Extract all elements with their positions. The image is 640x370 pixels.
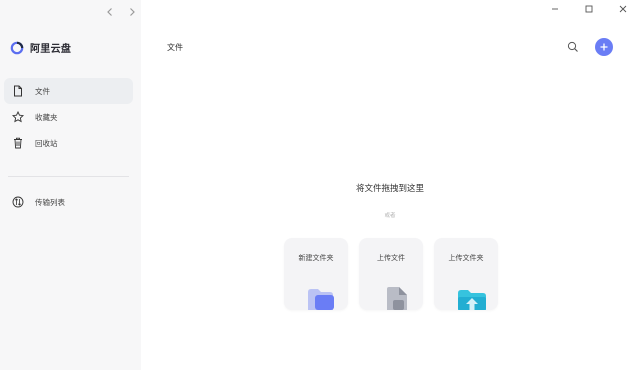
dropzone-subtitle: 或者	[384, 213, 396, 219]
sidebar-item-label: 回收站	[35, 138, 58, 148]
sidebar-divider	[8, 176, 129, 177]
sidebar-item-label: 文件	[35, 86, 50, 96]
minimize-icon[interactable]	[538, 0, 572, 18]
card-label: 上传文件	[377, 254, 405, 262]
upload-folder-card[interactable]: 上传文件夹	[434, 238, 498, 310]
trash-icon	[12, 137, 24, 149]
upload-file-card[interactable]: 上传文件	[359, 238, 423, 310]
upload-folder-icon	[458, 290, 486, 310]
plus-icon	[600, 43, 608, 51]
file-icon	[12, 85, 24, 97]
new-folder-icon	[308, 289, 334, 310]
maximize-icon[interactable]	[572, 0, 606, 18]
add-button[interactable]	[595, 38, 613, 56]
sidebar-item-trash[interactable]: 回收站	[4, 130, 133, 156]
card-label: 上传文件夹	[448, 254, 484, 262]
sidebar-item-label: 收藏夹	[35, 112, 58, 122]
back-arrow-icon[interactable]	[104, 6, 116, 18]
app-name: 阿里云盘	[30, 44, 72, 55]
card-label: 新建文件夹	[298, 254, 334, 262]
sidebar-nav: 文件 收藏夹 回收站 传输列表	[4, 78, 133, 215]
sidebar-item-transfers[interactable]: 传输列表	[4, 189, 133, 215]
transfer-icon	[12, 196, 24, 208]
history-nav	[104, 6, 138, 18]
close-icon[interactable]	[606, 0, 640, 18]
forward-arrow-icon[interactable]	[126, 6, 138, 18]
sidebar: 阿里云盘 文件 收藏夹 回收站 传输列表	[0, 0, 141, 370]
brand: 阿里云盘	[10, 40, 71, 55]
star-icon	[12, 111, 24, 123]
upload-file-icon	[387, 287, 407, 310]
sidebar-item-label: 传输列表	[35, 197, 65, 207]
search-icon[interactable]	[566, 40, 580, 54]
new-folder-card[interactable]: 新建文件夹	[284, 238, 348, 310]
window-controls	[538, 0, 640, 18]
dropzone-title: 将文件拖拽到这里	[355, 184, 424, 194]
logo-icon	[10, 41, 24, 54]
page-title: 文件	[167, 43, 183, 52]
sidebar-item-favorites[interactable]: 收藏夹	[4, 104, 133, 130]
sidebar-item-files[interactable]: 文件	[4, 78, 133, 104]
